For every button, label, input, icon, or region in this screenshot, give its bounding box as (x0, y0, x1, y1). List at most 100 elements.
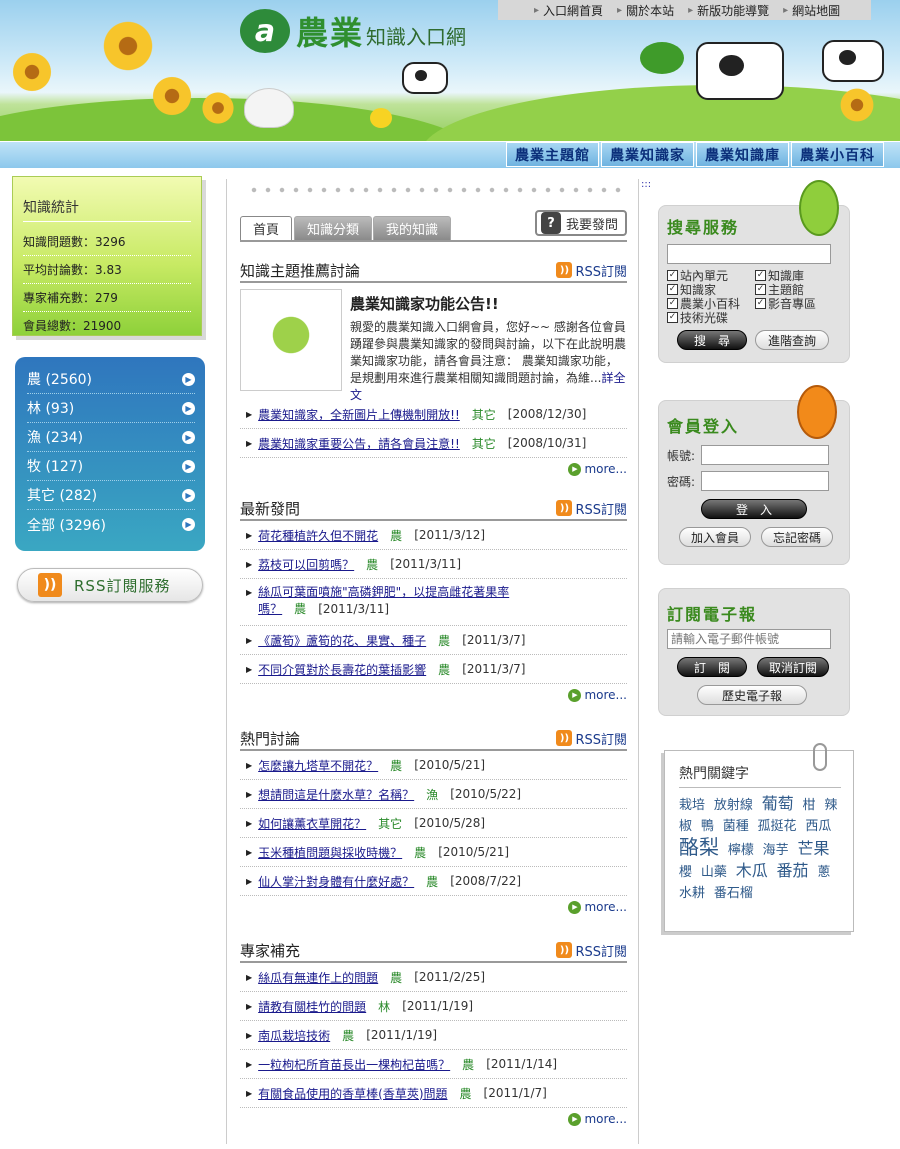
item-title-link[interactable]: 農業知識家重要公告，請各會員注意!! (258, 435, 460, 452)
option-disc[interactable]: ✓ 技術光碟 (667, 310, 755, 325)
stat-expert-supplements: 專家補充數：279 (23, 284, 191, 312)
checkbox-checked-icon: ✓ (755, 269, 766, 281)
item-title-link[interactable]: 有關食品使用的香草棒(香草莢)問題 (258, 1085, 447, 1102)
password-input[interactable] (701, 471, 829, 491)
keyword-link[interactable]: 蔥 (817, 865, 830, 880)
item-title-link[interactable]: 南瓜栽培技術 (258, 1027, 330, 1044)
tab-my-knowledge[interactable]: 我的知識 (373, 216, 452, 240)
item-title-link[interactable]: 荔枝可以回剪嗎？ (258, 556, 354, 573)
account-label: 帳號: (667, 448, 696, 463)
cow-image (696, 42, 784, 100)
keyword-link[interactable]: 木瓜 (736, 861, 768, 880)
rss-subscribe-link[interactable]: )) RSS訂閱 (556, 499, 627, 518)
main-nav-encyclopedia[interactable]: 農業小百科 (791, 142, 884, 167)
item-date: [2008/10/31] (507, 436, 587, 450)
ask-question-button[interactable]: ? 我要發問 (535, 210, 627, 236)
logo-text-small: 知識入口網 (366, 24, 467, 49)
item-title-link[interactable]: 想請問這是什麼水草？名稱？ (258, 786, 414, 803)
keyword-link[interactable]: 番茄 (777, 861, 809, 880)
item-title-link[interactable]: 一粒枸杞所育苗長出一棵枸杞苗嗎？ (258, 1056, 450, 1073)
keyword-link[interactable]: 山藥 (701, 865, 727, 880)
hen-image (244, 88, 294, 128)
item-title-link[interactable]: 仙人掌汁對身體有什麼好處？ (258, 873, 414, 890)
site-logo[interactable]: a 農業 知識入口網 (240, 8, 466, 54)
announcement-title[interactable]: 農業知識家功能公告!! (350, 293, 499, 314)
item-date: [2011/1/19] (402, 999, 474, 1013)
tab-bar: 首頁 知識分類 我的知識 ? 我要發問 (240, 210, 627, 242)
item-title-link[interactable]: 《蘆筍》蘆筍的花、果實、種子 (258, 632, 426, 649)
more-link[interactable]: more... (240, 458, 627, 480)
category-item-agriculture[interactable]: 農 (2560) ▶ (27, 365, 195, 394)
tab-home[interactable]: 首頁 (240, 216, 293, 240)
more-link[interactable]: more... (240, 1108, 627, 1130)
account-input[interactable] (701, 445, 829, 465)
tab-categories[interactable]: 知識分類 (294, 216, 373, 240)
more-link[interactable]: more... (240, 684, 627, 706)
category-item-livestock[interactable]: 牧 (127) ▶ (27, 452, 195, 481)
category-item-other[interactable]: 其它 (282) ▶ (27, 481, 195, 510)
search-button[interactable]: 搜 尋 (677, 330, 747, 350)
item-title-link[interactable]: 玉米種植問題與採收時機？ (258, 844, 402, 861)
top-nav-guide-link[interactable]: 新版功能導覽 (688, 2, 769, 19)
rss-subscribe-link[interactable]: )) RSS訂閱 (556, 941, 627, 960)
item-title-link[interactable]: 如何讓薰衣草開花？ (258, 815, 366, 832)
category-item-fishery[interactable]: 漁 (234) ▶ (27, 423, 195, 452)
item-title-link[interactable]: 農業知識家，全新圖片上傳機制開放!! (258, 406, 460, 423)
item-date: [2011/1/19] (366, 1028, 438, 1042)
item-date: [2010/5/21] (438, 845, 510, 859)
advanced-search-button[interactable]: 進階查詢 (755, 330, 829, 350)
stat-avg-discussion: 平均討論數：3.83 (23, 256, 191, 284)
category-item-all[interactable]: 全部 (3296) ▶ (27, 510, 195, 539)
keyword-link[interactable]: 芒果 (798, 839, 830, 858)
item-title-link[interactable]: 請教有關桂竹的問題 (258, 998, 366, 1015)
item-title-link[interactable]: 不同介質對於長壽花的葉插影響 (258, 661, 426, 678)
item-title-link[interactable]: 絲瓜有無連作上的問題 (258, 969, 378, 986)
mascot-image[interactable] (240, 289, 342, 391)
keyword-link[interactable]: 海芋 (763, 843, 789, 858)
keyword-link[interactable]: 放射線 (714, 798, 753, 813)
main-nav-knowledge-base[interactable]: 農業知識庫 (696, 142, 789, 167)
rss-service-button[interactable]: )) RSS訂閱服務 (17, 568, 203, 602)
top-nav-home-link[interactable]: 入口網首頁 (534, 2, 603, 19)
keyword-link[interactable]: 鴨 (701, 819, 714, 834)
keyword-link[interactable]: 西瓜 (805, 819, 831, 834)
arrow-right-icon: ▶ (182, 459, 195, 473)
join-member-button[interactable]: 加入會員 (679, 527, 751, 547)
item-title-link[interactable]: 怎麼讓九塔草不開花？ (258, 757, 378, 774)
main-nav-knowledge-home[interactable]: 農業知識家 (601, 142, 694, 167)
keyword-link[interactable]: 葡萄 (762, 794, 794, 813)
forgot-password-button[interactable]: 忘記密碼 (761, 527, 833, 547)
login-button[interactable]: 登 入 (701, 499, 807, 519)
top-nav-sitemap-link[interactable]: 網站地圖 (783, 2, 840, 19)
top-nav-about-link[interactable]: 關於本站 (617, 2, 674, 19)
unsubscribe-button[interactable]: 取消訂閱 (757, 657, 829, 677)
keyword-link[interactable]: 酪梨 (679, 835, 719, 859)
keyword-link[interactable]: 檸檬 (728, 843, 754, 858)
item-date: [2010/5/28] (414, 816, 486, 830)
option-video[interactable]: ✓ 影音專區 (755, 296, 835, 311)
rss-subscribe-link[interactable]: )) RSS訂閱 (556, 261, 627, 280)
keyword-link[interactable]: 菌種 (723, 819, 749, 834)
keyword-link[interactable]: 櫻 (679, 865, 692, 880)
login-panel: 會員登入 帳號: 密碼: 登 入 加入會員 忘記密碼 (658, 385, 850, 565)
subscribe-button[interactable]: 訂 閱 (677, 657, 747, 677)
newsletter-panel: 訂閱電子報 訂 閱 取消訂閱 歷史電子報 (658, 588, 850, 716)
main-nav-theme-hall[interactable]: 農業主題館 (506, 142, 599, 167)
item-category: 其它 (471, 407, 496, 422)
more-link[interactable]: more... (240, 896, 627, 918)
paperclip-icon (813, 743, 827, 771)
keyword-link[interactable]: 栽培 (679, 798, 705, 813)
item-title-link[interactable]: 荷花種植許久但不開花 (258, 527, 378, 544)
keyword-link[interactable]: 水耕 (679, 886, 705, 901)
keyword-link[interactable]: 孤挺花 (758, 819, 797, 834)
newsletter-history-button[interactable]: 歷史電子報 (697, 685, 807, 705)
rss-subscribe-link[interactable]: )) RSS訂閱 (556, 729, 627, 748)
latest-section: 最新發問 ))RSS訂閱 荷花種植許久但不開花農 [2011/3/12] 荔枝可以… (240, 497, 627, 706)
category-item-forestry[interactable]: 林 (93) ▶ (27, 394, 195, 423)
keyword-link[interactable]: 柑 (803, 798, 816, 813)
search-input[interactable] (667, 244, 831, 264)
item-date: [2008/12/30] (507, 407, 587, 421)
keyword-link[interactable]: 番石榴 (714, 886, 753, 901)
logo-icon: a (240, 9, 290, 53)
newsletter-email-input[interactable] (667, 629, 831, 649)
